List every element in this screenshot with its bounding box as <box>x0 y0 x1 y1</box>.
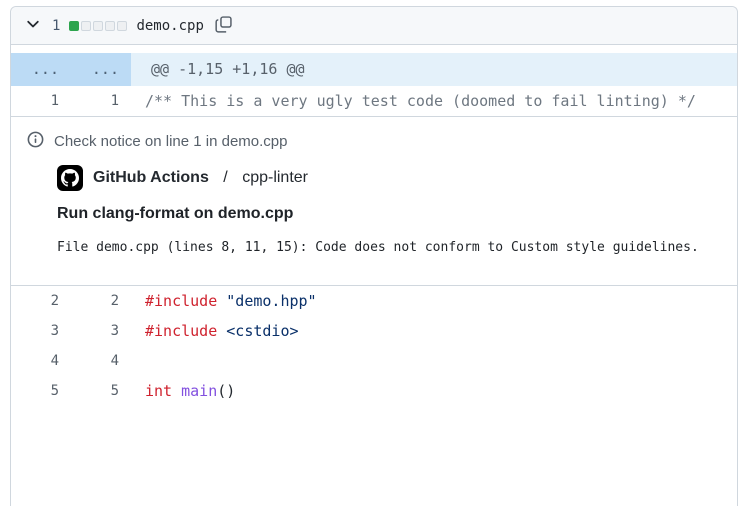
code-line: /** This is a very ugly test code (doome… <box>145 92 696 110</box>
collapse-file-button[interactable] <box>23 14 43 37</box>
diff-line: 3 3 #include <cstdio> <box>11 316 737 346</box>
code-line: #include "demo.hpp" <box>145 292 317 310</box>
annotation-notice-label: Check notice on line 1 in demo.cpp <box>54 133 288 150</box>
expand-hunk-new[interactable]: ... <box>71 53 131 86</box>
diffstat-block-neutral <box>105 20 116 31</box>
check-app-row: GitHub Actions / cpp-linter <box>57 165 721 191</box>
line-number-new[interactable]: 1 <box>71 86 131 116</box>
chevron-down-icon <box>25 16 41 35</box>
diff-line: 1 1 /** This is a very ugly test code (doo… <box>11 86 737 116</box>
annotation-message: File demo.cpp (lines 8, 11, 15): Code do… <box>57 240 699 255</box>
line-number-new[interactable]: 4 <box>71 346 131 376</box>
header-spacer <box>11 45 737 53</box>
diffstat <box>69 20 128 31</box>
diffstat-block-neutral <box>93 20 104 31</box>
diffstat-block-neutral <box>81 20 92 31</box>
line-number-old[interactable]: 5 <box>11 376 71 406</box>
line-number-new[interactable]: 2 <box>71 286 131 316</box>
diff-line: 2 2 #include "demo.hpp" <box>11 286 737 316</box>
line-number-old[interactable]: 1 <box>11 86 71 116</box>
check-annotation: Check notice on line 1 in demo.cpp GitHu… <box>11 116 737 286</box>
code-line: int main() <box>145 382 236 400</box>
diffstat-block-neutral <box>117 20 128 31</box>
info-icon <box>27 131 44 152</box>
expand-hunk-old[interactable]: ... <box>11 53 71 86</box>
diff-line: 44 <box>11 346 737 376</box>
line-number-old[interactable]: 4 <box>11 346 71 376</box>
diff-line: 5 5 int main() <box>11 376 737 406</box>
diffstat-block-added <box>69 20 80 31</box>
changed-lines-count: 1 <box>52 17 61 34</box>
hunk-header-text: @@ -1,15 +1,16 @@ <box>131 53 737 86</box>
copy-icon <box>215 15 232 36</box>
file-name-link[interactable]: demo.cpp <box>136 18 203 34</box>
diff-rows-before: 1 1 /** This is a very ugly test code (doo… <box>11 86 737 116</box>
line-number-new[interactable]: 5 <box>71 376 131 406</box>
line-number-old[interactable]: 2 <box>11 286 71 316</box>
annotation-title: Run clang-format on demo.cpp <box>57 205 294 222</box>
diff-rows-after: 2 2 #include "demo.hpp" 3 3 #include <cstdio>… <box>11 286 737 406</box>
check-app-name: GitHub Actions <box>93 169 209 186</box>
check-separator: / <box>218 169 233 186</box>
check-run-name: cpp-linter <box>242 169 308 186</box>
copy-path-button[interactable] <box>213 14 234 38</box>
code-line: #include <cstdio> <box>145 322 299 340</box>
line-number-old[interactable]: 3 <box>11 316 71 346</box>
annotation-header: Check notice on line 1 in demo.cpp <box>27 131 721 152</box>
line-number-new[interactable]: 3 <box>71 316 131 346</box>
github-actions-avatar <box>57 165 83 191</box>
hunk-header-row: ... ... @@ -1,15 +1,16 @@ <box>11 53 737 86</box>
file-header: 1 demo.cpp <box>11 7 737 45</box>
diff-file-container: 1 demo.cpp ... ... @@ -1,15 +1,16 @@ 1 1/… <box>10 6 738 506</box>
